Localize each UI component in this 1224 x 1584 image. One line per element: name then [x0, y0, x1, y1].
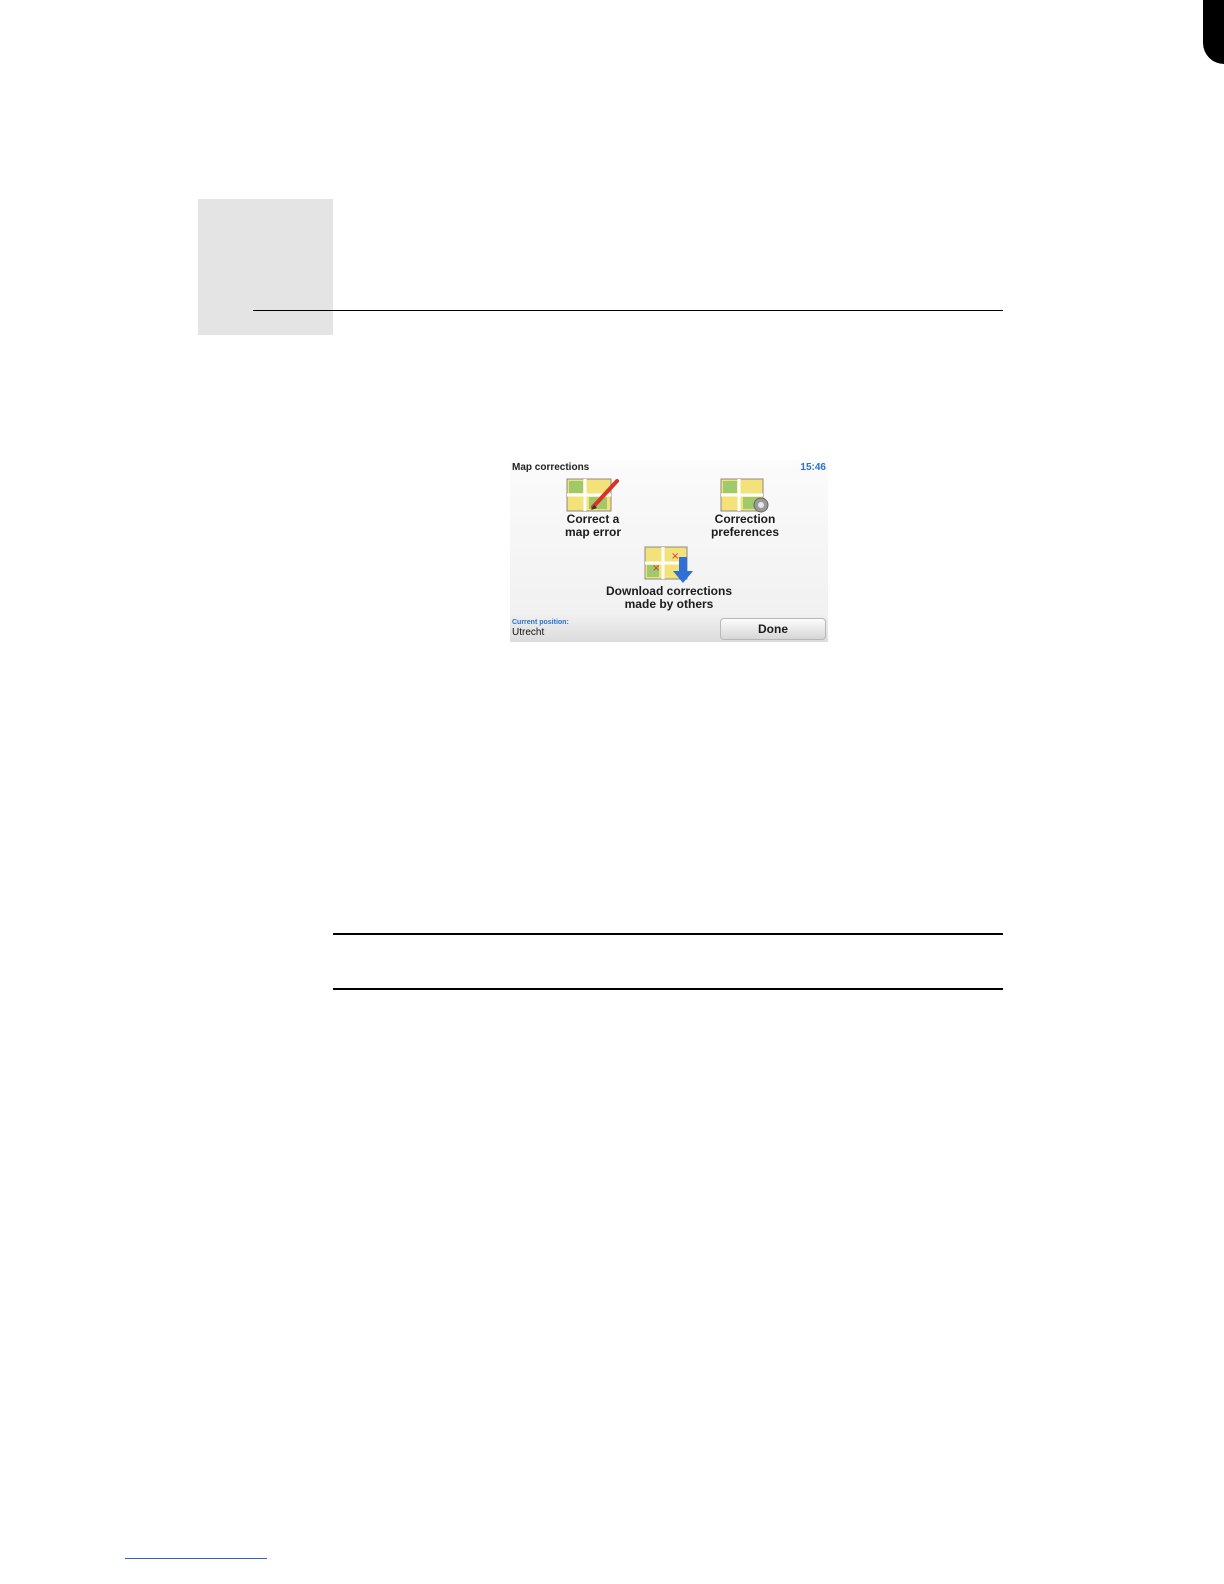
- device-screen: Map corrections 15:46 Correct a map erro…: [510, 461, 828, 642]
- clock-time: 15:46: [800, 462, 826, 473]
- map-download-icon: × ×: [644, 546, 693, 583]
- map-gear-icon: [720, 478, 769, 513]
- current-position-value: Utrecht: [512, 627, 545, 638]
- correct-map-error-button[interactable]: Correct a map error: [550, 477, 636, 539]
- download-corrections-button[interactable]: × × Download corrections made by others: [595, 545, 743, 611]
- chapter-title-rule: [253, 310, 1003, 311]
- page-edge-tab: [1203, 0, 1224, 64]
- download-corrections-label: Download corrections made by others: [605, 584, 733, 611]
- correction-preferences-label: Correction preferences: [710, 512, 780, 539]
- note-top-rule: [333, 933, 1003, 935]
- svg-text:×: ×: [652, 563, 660, 574]
- done-button[interactable]: Done: [720, 618, 826, 640]
- map-pencil-icon: [566, 478, 619, 512]
- correct-map-error-label: Correct a map error: [564, 512, 622, 539]
- svg-text:×: ×: [671, 551, 679, 562]
- chapter-marker-block: [198, 199, 333, 335]
- current-position-label: Current position:: [512, 619, 569, 626]
- correction-preferences-button[interactable]: Correction preferences: [700, 477, 790, 539]
- footer-link-underline[interactable]: [125, 1558, 267, 1559]
- note-bottom-rule: [333, 988, 1003, 990]
- screen-title: Map corrections: [512, 462, 590, 473]
